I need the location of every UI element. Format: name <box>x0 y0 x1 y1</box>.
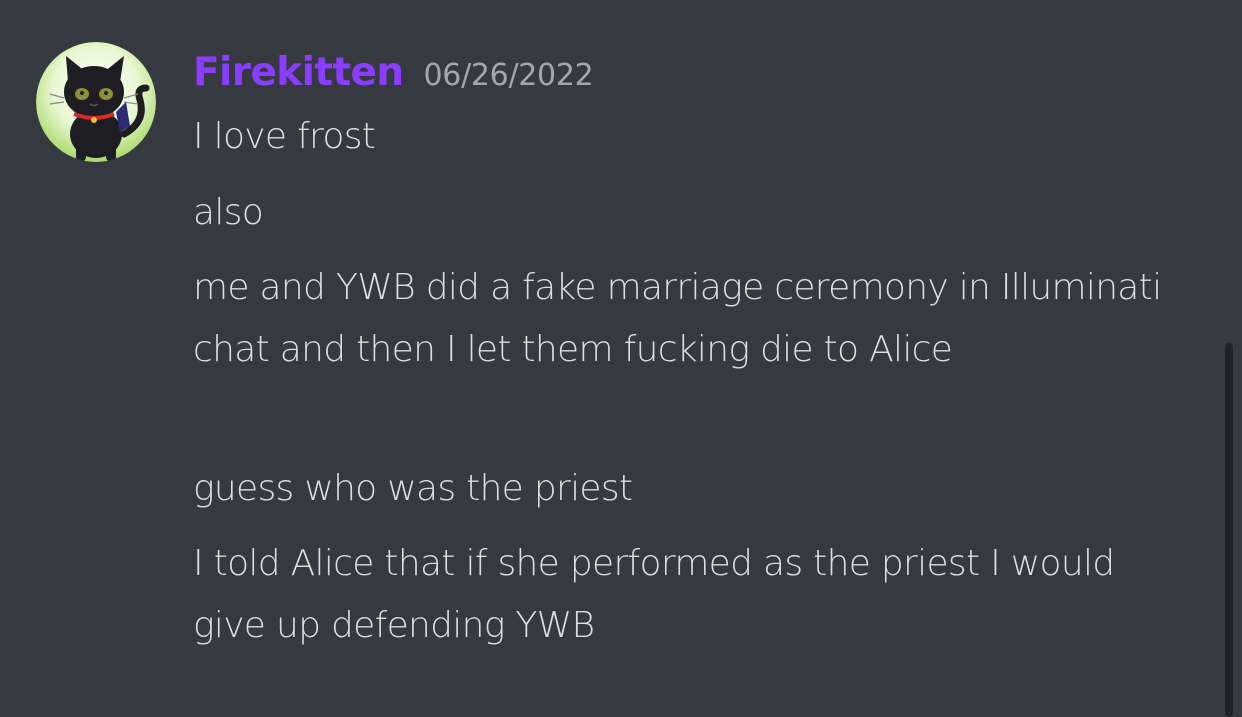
user-avatar[interactable] <box>36 42 156 162</box>
message-line: me and YWB did a fake marriage ceremony … <box>193 267 1162 370</box>
message-line: I told Alice that if she performed as th… <box>193 543 1115 646</box>
message-line: also <box>193 192 264 233</box>
message-group: Firekitten 06/26/2022 I love frost also m… <box>0 0 1242 717</box>
username[interactable]: Firekitten <box>193 50 404 95</box>
timestamp: 06/26/2022 <box>423 58 594 93</box>
scrollbar-thumb[interactable] <box>1225 343 1233 717</box>
message-header: Firekitten 06/26/2022 <box>193 50 594 102</box>
message-line: guess who was the priest <box>193 468 633 509</box>
message-line: I love frost <box>193 116 376 157</box>
black-cat-avatar-icon <box>36 42 156 162</box>
